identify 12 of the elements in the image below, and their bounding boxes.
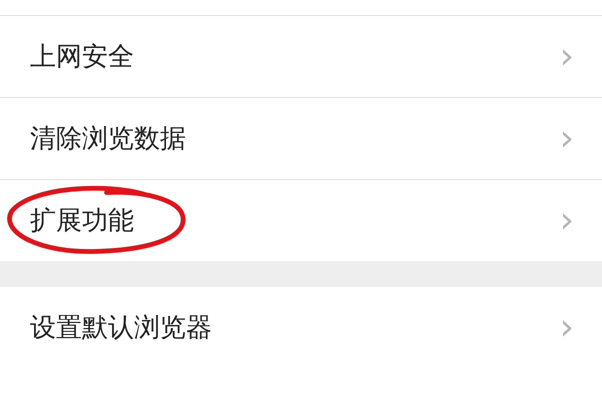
row-label: 设置默认浏览器 <box>30 312 212 345</box>
chevron-icon: › <box>560 38 574 74</box>
chevron-icon: › <box>560 202 574 238</box>
settings-row[interactable]: 清除浏览数据 › <box>0 98 602 180</box>
chevron-icon: › <box>560 310 574 346</box>
chevron-icon: › <box>560 120 574 156</box>
settings-row[interactable]: 扩展功能 › <box>0 180 602 261</box>
settings-row[interactable]: 上网安全 › <box>0 16 602 98</box>
row-label: 上网安全 <box>30 41 134 74</box>
row-label: 扩展功能 <box>30 205 134 238</box>
row-label: 清除浏览数据 <box>30 123 186 156</box>
settings-row[interactable]: 设置默认浏览器 › <box>0 287 602 368</box>
